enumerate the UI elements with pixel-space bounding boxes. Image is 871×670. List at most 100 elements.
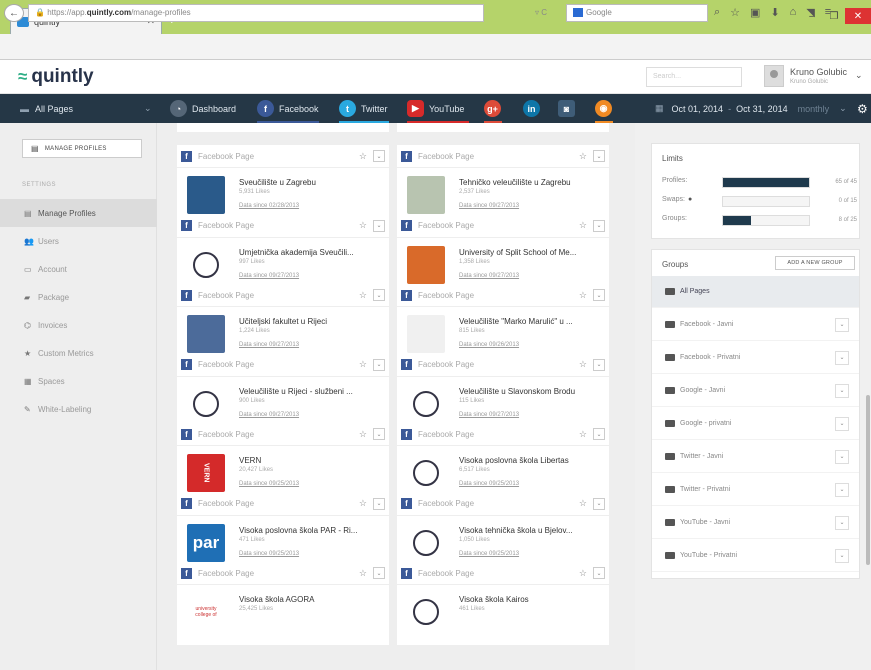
chevron-down-icon[interactable]: ⌄ [835,482,849,497]
chevron-down-icon[interactable]: ⌄ [835,350,849,365]
home-icon[interactable]: ⌂ [790,6,797,19]
chevron-down-icon[interactable]: ⌄ [373,428,385,440]
profile-card[interactable]: f Facebook Page ☆ ⌄ Visoka škola Kairos 461 L… [397,562,609,645]
menu-icon[interactable]: ≡ [825,6,831,19]
profile-data-since[interactable]: Data since 09/27/2013 [239,342,299,348]
profile-name[interactable]: Visoka tehnička škola u Bjelov... [459,526,604,535]
star-icon[interactable]: ☆ [579,498,587,509]
profile-data-since[interactable]: Data since 09/26/2013 [459,342,519,348]
reload-icon[interactable]: ▿ C [535,8,547,17]
close-window-icon[interactable]: ✕ [845,8,871,24]
sidebar-item-users[interactable]: 👥 Users [0,227,157,255]
sidebar-item-custom-metrics[interactable]: ★ Custom Metrics [0,339,157,367]
help-icon[interactable]: ● [688,196,692,203]
chevron-down-icon[interactable]: ⌄ [835,548,849,563]
group-item[interactable]: Google - privatni ⌄ [652,408,859,440]
chevron-down-icon[interactable]: ⌄ [593,428,605,440]
profile-name[interactable]: VERN [239,456,384,465]
profile-name[interactable]: Visoka poslovna škola Libertas [459,456,604,465]
star-icon[interactable]: ☆ [359,359,367,370]
sidebar-item-manage-profiles[interactable]: ▤ Manage Profiles [0,199,157,227]
profile-name[interactable]: Visoka škola Kairos [459,595,604,604]
chevron-down-icon[interactable]: ⌄ [373,497,385,510]
profile-name[interactable]: Veleučilište u Rijeci - službeni ... [239,387,384,396]
chevron-down-icon[interactable]: ⌄ [373,358,385,371]
star-icon[interactable]: ☆ [579,359,587,370]
profile-data-since[interactable]: Data since 09/25/2013 [239,481,299,487]
star-icon[interactable]: ☆ [579,568,587,579]
profile-name[interactable]: Umjetnička akademija Sveučili... [239,248,384,257]
nav-dashboard[interactable]: ◔ Dashboard [170,94,236,123]
profile-data-since[interactable]: Data since 09/27/2013 [239,412,299,418]
chevron-down-icon[interactable]: ⌄ [855,70,863,81]
search-icon[interactable]: ⌕ [714,6,720,19]
sidebar-item-account[interactable]: ▭ Account [0,255,157,283]
nav-instagram[interactable]: ◙ [558,94,580,123]
nav-rss[interactable]: ◉ [595,94,617,123]
date-range-picker[interactable]: ▦ Oct 01, 2014- Oct 31, 2014 monthly ⌄ [655,94,847,123]
sidebar-item-package[interactable]: ▰ Package [0,283,157,311]
browser-search-box[interactable]: Google [566,4,708,22]
nav-google-plus[interactable]: g+ [484,94,506,123]
nav-youtube[interactable]: ▶ YouTube [407,94,464,123]
reading-list-icon[interactable]: ▣ [750,6,760,19]
profile-data-since[interactable]: Data since 09/27/2013 [459,412,519,418]
profile-name[interactable]: Visoka poslovna škola PAR - Ri... [239,526,384,535]
nav-linkedin[interactable]: in [523,94,545,123]
star-icon[interactable]: ☆ [359,290,367,301]
chevron-down-icon[interactable]: ⌄ [593,289,605,301]
profile-data-since[interactable]: Data since 09/27/2013 [459,273,519,279]
chevron-down-icon[interactable]: ⌄ [373,567,385,579]
user-menu[interactable]: Kruno Golubic Kruno Golubic [790,67,847,87]
profile-name[interactable]: Tehničko veleučilište u Zagrebu [459,178,604,187]
profile-data-since[interactable]: Data since 09/27/2013 [239,273,299,279]
chevron-down-icon[interactable]: ⌄ [593,497,605,510]
profile-data-since[interactable]: Data since 09/27/2013 [459,203,519,209]
profile-name[interactable]: Veleučilište "Marko Marulić" u ... [459,317,604,326]
profile-data-since[interactable]: Data since 09/25/2013 [239,551,299,557]
nav-facebook[interactable]: f Facebook [257,94,319,123]
scrollbar[interactable] [866,395,870,565]
group-item[interactable]: Facebook - Privatni ⌄ [652,342,859,374]
chevron-down-icon[interactable]: ⌄ [373,219,385,232]
star-icon[interactable]: ☆ [359,568,367,579]
profile-name[interactable]: Visoka škola AGORA [239,595,384,604]
profile-data-since[interactable]: Data since 09/25/2013 [459,551,519,557]
sidebar-item-white-labeling[interactable]: ✎ White-Labeling [0,395,157,423]
star-icon[interactable]: ☆ [359,151,367,162]
quintly-logo[interactable]: ≈ quintly [18,66,94,88]
profile-data-since[interactable]: Data since 09/25/2013 [459,481,519,487]
group-item[interactable]: Twitter - Privatni ⌄ [652,474,859,506]
app-search-input[interactable]: Search... [646,67,742,87]
group-item[interactable]: Google - Javni ⌄ [652,375,859,407]
nav-twitter[interactable]: t Twitter [339,94,388,123]
profile-name[interactable]: Sveučilište u Zagrebu [239,178,384,187]
star-icon[interactable]: ☆ [359,498,367,509]
group-item[interactable]: All Pages [652,276,859,308]
chevron-down-icon[interactable]: ⌄ [835,416,849,431]
gear-icon[interactable]: ⚙ [857,94,868,123]
chevron-down-icon[interactable]: ⌄ [835,317,849,332]
sidebar-item-spaces[interactable]: ▦ Spaces [0,367,157,395]
chevron-down-icon[interactable]: ⌄ [835,383,849,398]
group-item[interactable]: Facebook - Javni ⌄ [652,309,859,341]
group-item[interactable]: Twitter - Javni ⌄ [652,441,859,473]
avatar[interactable] [764,65,784,87]
chevron-down-icon[interactable]: ⌄ [373,150,385,162]
chevron-down-icon[interactable]: ⌄ [373,289,385,301]
star-icon[interactable]: ☆ [579,220,587,231]
download-icon[interactable]: ⬇ [770,6,779,19]
star-icon[interactable]: ☆ [579,429,587,440]
all-pages-selector[interactable]: ▬ All Pages ⌄ [20,94,152,123]
chevron-down-icon[interactable]: ⌄ [835,449,849,464]
group-item[interactable]: YouTube - Privatni ⌄ [652,540,859,572]
profile-card[interactable]: f Facebook Page ☆ ⌄ university college of Vis… [177,562,389,645]
address-bar[interactable]: 🔒 https://app.quintly.com/manage-profile… [28,4,484,22]
group-item[interactable]: YouTube - Javni ⌄ [652,507,859,539]
profile-data-since[interactable]: Data since 02/28/2013 [239,203,299,209]
add-group-button[interactable]: ADD A NEW GROUP [775,256,855,270]
back-button[interactable]: ← [4,4,24,22]
chevron-down-icon[interactable]: ⌄ [593,567,605,579]
chevron-down-icon[interactable]: ⌄ [593,150,605,162]
profile-name[interactable]: University of Split School of Me... [459,248,604,257]
